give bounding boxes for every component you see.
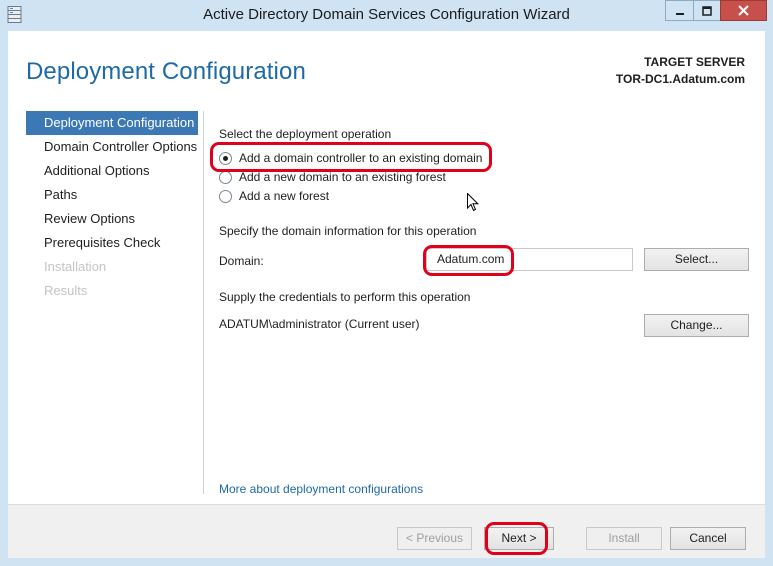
deployment-prompt: Select the deployment operation: [219, 127, 392, 141]
more-about-link[interactable]: More about deployment configurations: [219, 482, 423, 496]
minimize-icon: [675, 12, 684, 15]
close-button[interactable]: [720, 0, 767, 21]
title-bar: Active Directory Domain Services Configu…: [0, 0, 773, 31]
select-button[interactable]: Select...: [644, 248, 749, 271]
nav-item-domain-controller-options[interactable]: Domain Controller Options: [26, 135, 198, 159]
close-icon: [738, 5, 749, 16]
radio-label: Add a domain controller to an existing d…: [239, 151, 483, 165]
radio-option-new-domain[interactable]: Add a new domain to an existing forest: [219, 168, 446, 186]
radio-option-existing-domain[interactable]: Add a domain controller to an existing d…: [219, 149, 482, 167]
nav-divider: [203, 111, 204, 494]
install-button: Install: [586, 527, 662, 550]
wizard-window: Active Directory Domain Services Configu…: [0, 0, 773, 566]
nav-item-prerequisites-check[interactable]: Prerequisites Check: [26, 231, 198, 255]
domain-info-prompt: Specify the domain information for this …: [219, 224, 477, 238]
wizard-footer: < Previous Next > Install Cancel: [8, 504, 765, 558]
radio-label: Add a new forest: [239, 189, 330, 203]
nav-item-installation: Installation: [44, 259, 107, 274]
target-server-label: TARGET SERVER: [644, 55, 745, 69]
cancel-button[interactable]: Cancel: [670, 527, 746, 550]
minimize-button[interactable]: [665, 0, 693, 21]
nav-item-deployment-configuration[interactable]: Deployment Configuration: [26, 111, 198, 135]
domain-label: Domain:: [219, 254, 264, 268]
radio-button[interactable]: [219, 170, 232, 184]
nav-item-paths[interactable]: Paths: [26, 183, 198, 207]
wizard-client-area: Deployment Configuration TARGET SERVER T…: [8, 31, 765, 558]
nav-item-review-options[interactable]: Review Options: [26, 207, 198, 231]
radio-label: Add a new domain to an existing forest: [239, 170, 446, 184]
previous-button: < Previous: [397, 527, 472, 550]
radio-button[interactable]: [219, 189, 232, 203]
window-title: Active Directory Domain Services Configu…: [203, 6, 570, 23]
target-server-name: TOR-DC1.Adatum.com: [615, 72, 745, 86]
nav-item-results: Results: [44, 283, 88, 298]
page-heading: Deployment Configuration: [26, 58, 306, 85]
nav-item-additional-options[interactable]: Additional Options: [26, 159, 198, 183]
credentials-prompt: Supply the credentials to perform this o…: [219, 290, 471, 304]
next-button[interactable]: Next >: [484, 527, 554, 550]
change-button[interactable]: Change...: [644, 314, 749, 337]
maximize-icon: [702, 5, 712, 16]
maximize-button[interactable]: [693, 0, 720, 21]
mouse-cursor-icon: [467, 193, 479, 212]
domain-field[interactable]: Adatum.com: [426, 248, 633, 271]
radio-option-new-forest[interactable]: Add a new forest: [219, 187, 329, 205]
current-user: ADATUM\administrator (Current user): [219, 317, 420, 331]
wizard-nav: Deployment Configuration Domain Controll…: [26, 111, 198, 303]
radio-button[interactable]: [219, 151, 232, 165]
